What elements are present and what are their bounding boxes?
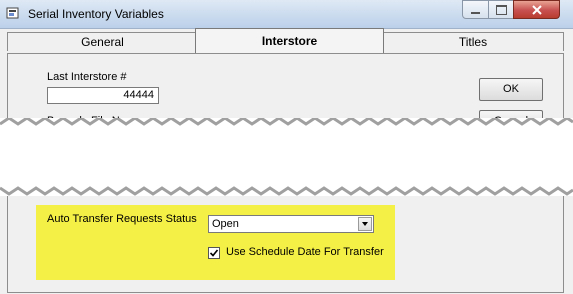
torn-edge-shape bbox=[0, 116, 573, 196]
auto-transfer-select[interactable]: Open bbox=[208, 215, 374, 233]
tab-bar: General Interstore Titles bbox=[0, 28, 573, 54]
schedule-date-checkbox[interactable] bbox=[208, 247, 220, 259]
last-interstore-label: Last Interstore # bbox=[47, 71, 127, 83]
app-icon bbox=[6, 7, 19, 19]
dropdown-arrow-icon[interactable] bbox=[358, 217, 372, 231]
ok-button[interactable]: OK bbox=[479, 78, 543, 101]
schedule-date-label: Use Schedule Date For Transfer bbox=[226, 246, 384, 258]
maximize-button[interactable] bbox=[488, 0, 514, 19]
checkmark-icon bbox=[209, 249, 219, 257]
auto-transfer-value: Open bbox=[212, 218, 239, 230]
minimize-button[interactable] bbox=[462, 0, 489, 19]
tab-titles[interactable]: Titles bbox=[382, 32, 564, 51]
close-icon bbox=[531, 4, 542, 15]
torn-edge bbox=[0, 116, 573, 196]
tab-general[interactable]: General bbox=[7, 32, 198, 51]
auto-transfer-label: Auto Transfer Requests Status bbox=[47, 213, 197, 225]
minimize-icon bbox=[471, 11, 480, 14]
window-title: Serial Inventory Variables bbox=[28, 7, 164, 21]
maximize-icon bbox=[495, 4, 507, 15]
tab-interstore[interactable]: Interstore bbox=[195, 28, 384, 53]
title-bar[interactable]: Serial Inventory Variables bbox=[0, 0, 573, 29]
close-button[interactable] bbox=[513, 0, 560, 19]
dialog-window: Serial Inventory Variables General Inter… bbox=[0, 0, 573, 294]
last-interstore-input[interactable]: 44444 bbox=[47, 87, 159, 104]
